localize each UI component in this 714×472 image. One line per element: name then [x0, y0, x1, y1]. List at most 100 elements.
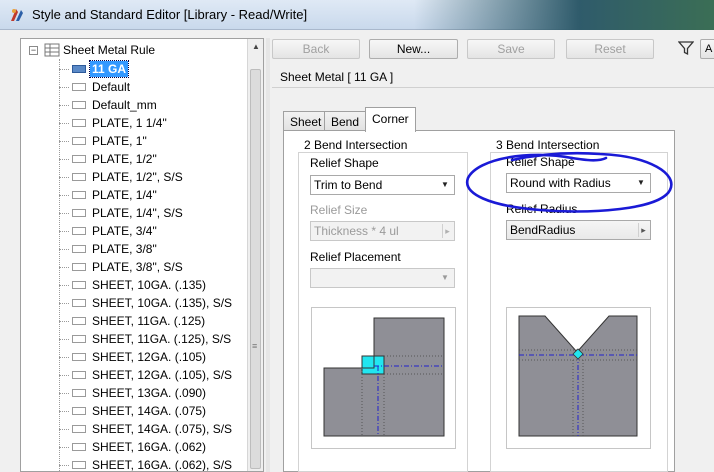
style-icon — [72, 209, 86, 217]
style-icon — [72, 281, 86, 289]
tree-item[interactable]: PLATE, 3/4" — [59, 222, 159, 240]
new-button[interactable]: New... — [369, 39, 458, 59]
tree-item[interactable]: SHEET, 14GA. (.075), S/S — [59, 420, 234, 438]
tree-scrollbar[interactable]: ▲ ≡ — [247, 39, 263, 471]
style-icon — [72, 227, 86, 235]
tree-item-label: PLATE, 1" — [92, 134, 147, 148]
chevron-right-icon[interactable]: ▸ — [442, 224, 452, 238]
tree-item[interactable]: SHEET, 13GA. (.090) — [59, 384, 208, 402]
tree-connector — [59, 392, 69, 394]
style-icon — [72, 245, 86, 253]
tree-connector — [59, 212, 69, 214]
tree-item[interactable]: PLATE, 1/4" — [59, 186, 159, 204]
tab-bend[interactable]: Bend — [324, 111, 367, 131]
collapse-icon[interactable]: − — [29, 45, 38, 55]
style-icon — [72, 407, 86, 415]
tree-connector — [59, 230, 69, 232]
chevron-down-icon[interactable]: ▼ — [438, 271, 452, 285]
tree-item-label: SHEET, 11GA. (.125) — [92, 314, 206, 328]
tree-item[interactable]: SHEET, 10GA. (.135), S/S — [59, 294, 234, 312]
three-bend-relief-shape-label: Relief Shape — [506, 155, 575, 169]
style-tree[interactable]: − Sheet Metal Rule 11 GA Default Default_m… — [20, 38, 264, 472]
two-bend-relief-size-value: Thickness * 4 ul — [314, 224, 399, 238]
tab-corner[interactable]: Corner — [365, 107, 416, 132]
tree-connector — [59, 338, 69, 340]
two-bend-group-label: 2 Bend Intersection — [302, 138, 410, 152]
tree-item[interactable]: PLATE, 3/8" — [59, 240, 159, 258]
tree-item[interactable]: SHEET, 16GA. (.062) — [59, 438, 208, 456]
sheet-metal-rule-icon — [44, 43, 60, 57]
tree-item[interactable]: PLATE, 3/8", S/S — [59, 258, 185, 276]
tree-item-label: PLATE, 3/8", S/S — [92, 260, 183, 274]
tree-connector — [59, 158, 69, 160]
tree-item[interactable]: 11 GA — [59, 60, 130, 78]
tree-item[interactable]: SHEET, 14GA. (.075) — [59, 402, 208, 420]
chevron-right-icon[interactable]: ▸ — [638, 223, 648, 237]
style-icon — [72, 425, 86, 433]
tree-item[interactable]: SHEET, 11GA. (.125), S/S — [59, 330, 233, 348]
tree-item[interactable]: Default_mm — [59, 96, 159, 114]
style-icon — [72, 65, 86, 73]
tree-item[interactable]: Default — [59, 78, 132, 96]
tab-sheet[interactable]: Sheet — [283, 111, 329, 131]
three-bend-relief-radius-value: BendRadius — [510, 223, 576, 237]
two-bend-preview-drawing — [323, 317, 445, 437]
tree-connector — [59, 446, 69, 448]
tree-item-label: PLATE, 1/2" — [92, 152, 157, 166]
tree-connector — [59, 464, 69, 466]
three-bend-relief-shape-select[interactable]: Round with Radius ▼ — [506, 173, 651, 193]
scroll-up-icon[interactable]: ▲ — [248, 39, 263, 55]
chevron-down-icon[interactable]: ▼ — [438, 178, 452, 192]
tree-item[interactable]: SHEET, 16GA. (.062), S/S — [59, 456, 234, 471]
background-window-strip — [414, 0, 714, 30]
tree-item[interactable]: PLATE, 1 1/4" — [59, 114, 169, 132]
back-button[interactable]: Back — [272, 39, 360, 59]
style-icon — [72, 119, 86, 127]
filter-icon[interactable] — [678, 40, 694, 56]
tree-item-label: SHEET, 10GA. (.135), S/S — [92, 296, 233, 310]
style-icon — [72, 155, 86, 163]
title-bar: Style and Standard Editor [Library - Rea… — [0, 0, 714, 30]
scrollbar-grip-icon: ≡ — [252, 341, 258, 351]
style-icon — [72, 101, 86, 109]
tree-connector — [59, 248, 69, 250]
tree-item-label: SHEET, 11GA. (.125), S/S — [92, 332, 232, 346]
scrollbar-thumb[interactable] — [250, 69, 261, 469]
tree-item[interactable]: PLATE, 1/2" — [59, 150, 159, 168]
tree-item[interactable]: PLATE, 1/4", S/S — [59, 204, 185, 222]
two-bend-relief-size-label: Relief Size — [310, 203, 368, 217]
tree-item-label: SHEET, 12GA. (.105), S/S — [92, 368, 233, 382]
chevron-down-icon[interactable]: ▼ — [634, 176, 648, 190]
tree-connector — [59, 302, 69, 304]
style-icon — [72, 443, 86, 451]
save-button[interactable]: Save — [467, 39, 555, 59]
style-icon — [72, 461, 86, 469]
two-bend-relief-placement-select[interactable]: ▼ — [310, 268, 455, 288]
tree-connector — [59, 176, 69, 178]
tree-item[interactable]: PLATE, 1/2", S/S — [59, 168, 185, 186]
two-bend-relief-shape-label: Relief Shape — [310, 156, 379, 170]
tree-item-label: Default — [92, 80, 131, 94]
reset-button[interactable]: Reset — [566, 39, 654, 59]
tree-root-label: Sheet Metal Rule — [63, 43, 156, 57]
two-bend-preview — [311, 307, 456, 449]
panel-splitter[interactable] — [266, 38, 270, 472]
two-bend-relief-shape-select[interactable]: Trim to Bend ▼ — [310, 175, 455, 195]
tree-item[interactable]: SHEET, 12GA. (.105) — [59, 348, 208, 366]
style-icon — [72, 389, 86, 397]
tree-item[interactable]: SHEET, 11GA. (.125) — [59, 312, 207, 330]
styles-filter-button[interactable]: A — [700, 39, 714, 59]
tree-item[interactable]: SHEET, 10GA. (.135) — [59, 276, 208, 294]
three-bend-relief-radius-field[interactable]: BendRadius ▸ — [506, 220, 651, 240]
style-icon — [72, 317, 86, 325]
tree-item[interactable]: SHEET, 12GA. (.105), S/S — [59, 366, 234, 384]
tree-item-label: SHEET, 12GA. (.105) — [92, 350, 207, 364]
tree-item-label: SHEET, 14GA. (.075), S/S — [92, 422, 233, 436]
tree-root-sheet-metal-rule[interactable]: − Sheet Metal Rule — [29, 41, 155, 59]
tree-connector — [59, 122, 69, 124]
style-icon — [72, 353, 86, 361]
style-icon — [72, 137, 86, 145]
tree-connector — [59, 374, 69, 376]
tree-item[interactable]: PLATE, 1" — [59, 132, 149, 150]
two-bend-relief-size-field[interactable]: Thickness * 4 ul ▸ — [310, 221, 455, 241]
